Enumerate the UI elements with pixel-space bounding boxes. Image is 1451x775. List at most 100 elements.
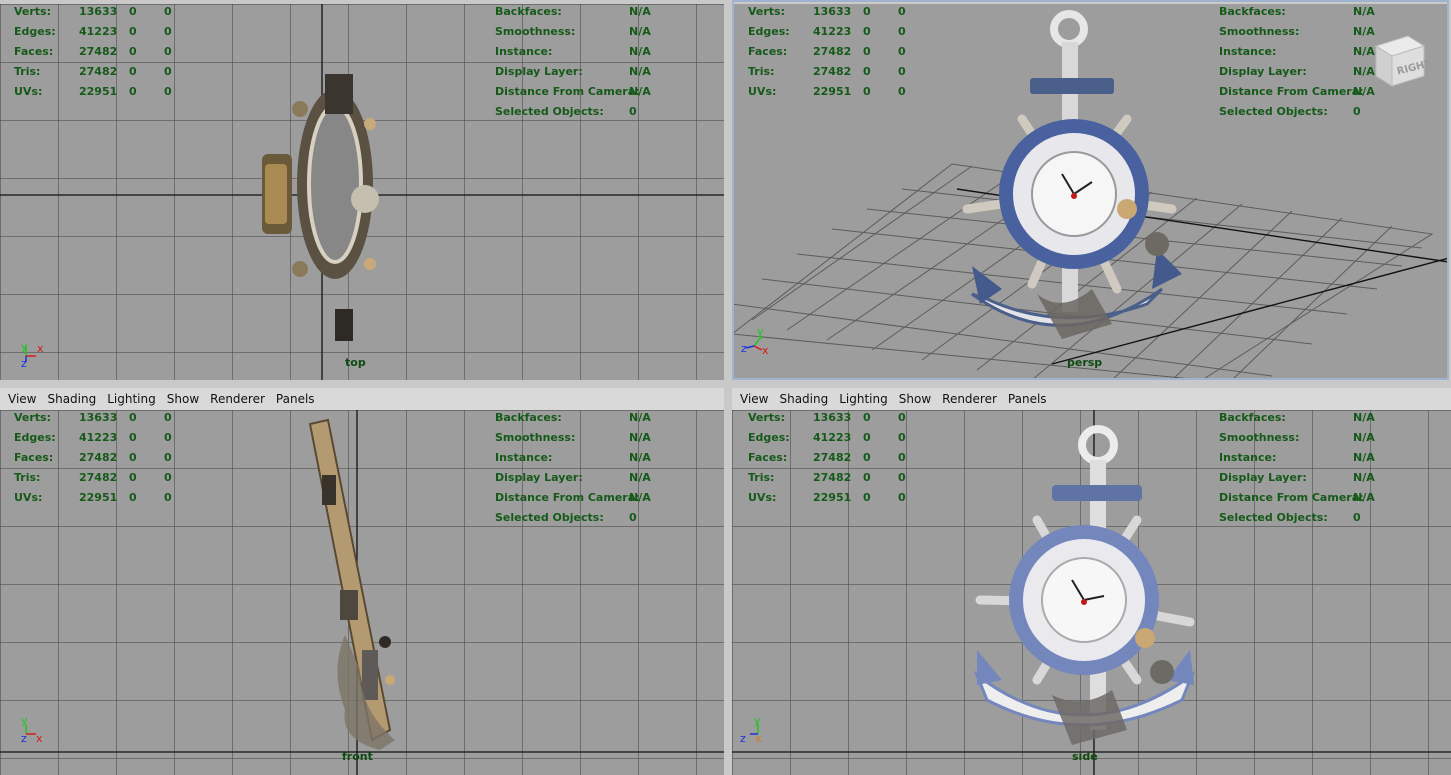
tris-sel: 0	[863, 65, 871, 78]
faces-value: 27482	[813, 451, 852, 464]
selected-objects-label: Selected Objects:	[1219, 105, 1328, 118]
tris-sel: 0	[863, 471, 871, 484]
viewport-side[interactable]: View Shading Lighting Show Renderer Pane…	[732, 388, 1451, 775]
viewport-persp[interactable]: Verts: 13633 0 0 Edges: 41223 0 0 Faces: 27482 0…	[732, 0, 1449, 380]
display-layer-label: Display Layer:	[495, 471, 583, 484]
viewport-canvas-top[interactable]: Verts: 13633 0 0 Edges: 41223 0 0 Faces: 27482 0…	[0, 4, 724, 380]
axis-x-label: x	[36, 732, 43, 745]
menu-lighting[interactable]: Lighting	[104, 392, 159, 406]
view-cube-icon[interactable]: RIGHT	[1368, 32, 1428, 90]
instance-value: N/A	[1353, 451, 1375, 464]
verts-label: Verts:	[748, 5, 786, 18]
verts-value: 13633	[79, 5, 118, 18]
tris-label: Tris:	[748, 471, 775, 484]
smoothness-value: N/A	[629, 25, 651, 38]
uvs-sel-b: 0	[898, 491, 906, 504]
verts-label: Verts:	[748, 411, 786, 424]
distance-label: Distance From Camera:	[1219, 85, 1364, 98]
edges-sel: 0	[863, 25, 871, 38]
uvs-sel: 0	[129, 491, 137, 504]
tris-label: Tris:	[14, 65, 41, 78]
axis-z-label: z	[741, 342, 747, 355]
menu-show[interactable]: Show	[896, 392, 934, 406]
menu-panels[interactable]: Panels	[1005, 392, 1050, 406]
edges-value: 41223	[79, 431, 118, 444]
selected-objects-value: 0	[1353, 511, 1361, 524]
faces-sel-b: 0	[898, 451, 906, 464]
backfaces-label: Backfaces:	[495, 411, 562, 424]
axis-x-label: x	[37, 342, 44, 355]
menu-panels[interactable]: Panels	[273, 392, 318, 406]
selected-objects-value: 0	[1353, 105, 1361, 118]
faces-value: 27482	[79, 451, 118, 464]
tris-value: 27482	[813, 65, 852, 78]
edges-sel: 0	[129, 431, 137, 444]
panel-splitter-horizontal[interactable]	[0, 380, 1451, 388]
display-layer-label: Display Layer:	[1219, 65, 1307, 78]
axis-z-label: z	[740, 732, 746, 745]
object-info-hud: Backfaces: N/A Smoothness: N/A Instance: N/…	[1219, 410, 1403, 528]
viewport-canvas-side[interactable]: Verts: 13633 0 0 Edges: 41223 0 0 Faces: 27482 0…	[732, 410, 1451, 775]
camera-name-label: side	[1072, 750, 1098, 763]
instance-label: Instance:	[495, 45, 553, 58]
instance-label: Instance:	[1219, 451, 1277, 464]
faces-sel: 0	[863, 451, 871, 464]
faces-label: Faces:	[14, 451, 54, 464]
object-info-hud: Backfaces: N/A Smoothness: N/A Instance: N/…	[495, 410, 679, 528]
menu-shading[interactable]: Shading	[776, 392, 831, 406]
viewport-front[interactable]: View Shading Lighting Show Renderer Pane…	[0, 388, 724, 775]
uvs-label: UVs:	[14, 491, 43, 504]
axis-gizmo-icon: y x z	[741, 325, 769, 357]
backfaces-value: N/A	[1353, 411, 1375, 424]
edges-label: Edges:	[748, 25, 790, 38]
verts-sel: 0	[129, 5, 137, 18]
camera-name-label: top	[345, 356, 366, 369]
axis-gizmo-icon: y x z	[21, 714, 43, 745]
menu-renderer[interactable]: Renderer	[207, 392, 268, 406]
menu-show[interactable]: Show	[164, 392, 202, 406]
poly-count-hud: Verts: 13633 0 0 Edges: 41223 0 0 Faces: 27482 0…	[748, 4, 918, 102]
faces-sel: 0	[129, 451, 137, 464]
menu-shading[interactable]: Shading	[44, 392, 99, 406]
viewport-canvas-persp[interactable]: Verts: 13633 0 0 Edges: 41223 0 0 Faces: 27482 0…	[732, 4, 1449, 380]
menu-lighting[interactable]: Lighting	[836, 392, 891, 406]
verts-sel: 0	[863, 411, 871, 424]
display-layer-label: Display Layer:	[1219, 471, 1307, 484]
uvs-sel-b: 0	[164, 85, 172, 98]
smoothness-value: N/A	[1353, 431, 1375, 444]
edges-sel: 0	[863, 431, 871, 444]
faces-value: 27482	[813, 45, 852, 58]
uvs-value: 22951	[79, 85, 118, 98]
menu-view[interactable]: View	[5, 392, 39, 406]
faces-label: Faces:	[14, 45, 54, 58]
verts-sel-b: 0	[164, 411, 172, 424]
faces-sel-b: 0	[898, 45, 906, 58]
tris-sel-b: 0	[164, 471, 172, 484]
axis-y-label: y	[757, 325, 764, 338]
uvs-sel: 0	[129, 85, 137, 98]
verts-sel: 0	[129, 411, 137, 424]
uvs-value: 22951	[813, 85, 852, 98]
viewport-top[interactable]: Verts: 13633 0 0 Edges: 41223 0 0 Faces: 27482 0…	[0, 0, 724, 380]
edges-value: 41223	[813, 431, 852, 444]
menu-view[interactable]: View	[737, 392, 771, 406]
edges-value: 41223	[79, 25, 118, 38]
backfaces-label: Backfaces:	[1219, 5, 1286, 18]
axis-z-label: z	[21, 357, 27, 370]
tris-value: 27482	[79, 471, 118, 484]
display-layer-value: N/A	[629, 471, 651, 484]
selected-objects-label: Selected Objects:	[1219, 511, 1328, 524]
selected-objects-label: Selected Objects:	[495, 105, 604, 118]
edges-label: Edges:	[14, 25, 56, 38]
uvs-value: 22951	[813, 491, 852, 504]
verts-value: 13633	[813, 411, 852, 424]
poly-count-hud: Verts: 13633 0 0 Edges: 41223 0 0 Faces: 27482 0…	[14, 4, 184, 102]
instance-label: Instance:	[495, 451, 553, 464]
axis-y-label: y	[754, 714, 761, 727]
backfaces-value: N/A	[1353, 5, 1375, 18]
axis-x-label: x	[762, 344, 769, 357]
verts-sel-b: 0	[164, 5, 172, 18]
menu-renderer[interactable]: Renderer	[939, 392, 1000, 406]
distance-value: N/A	[629, 85, 651, 98]
viewport-canvas-front[interactable]: Verts: 13633 0 0 Edges: 41223 0 0 Faces: 27482 0…	[0, 410, 724, 775]
